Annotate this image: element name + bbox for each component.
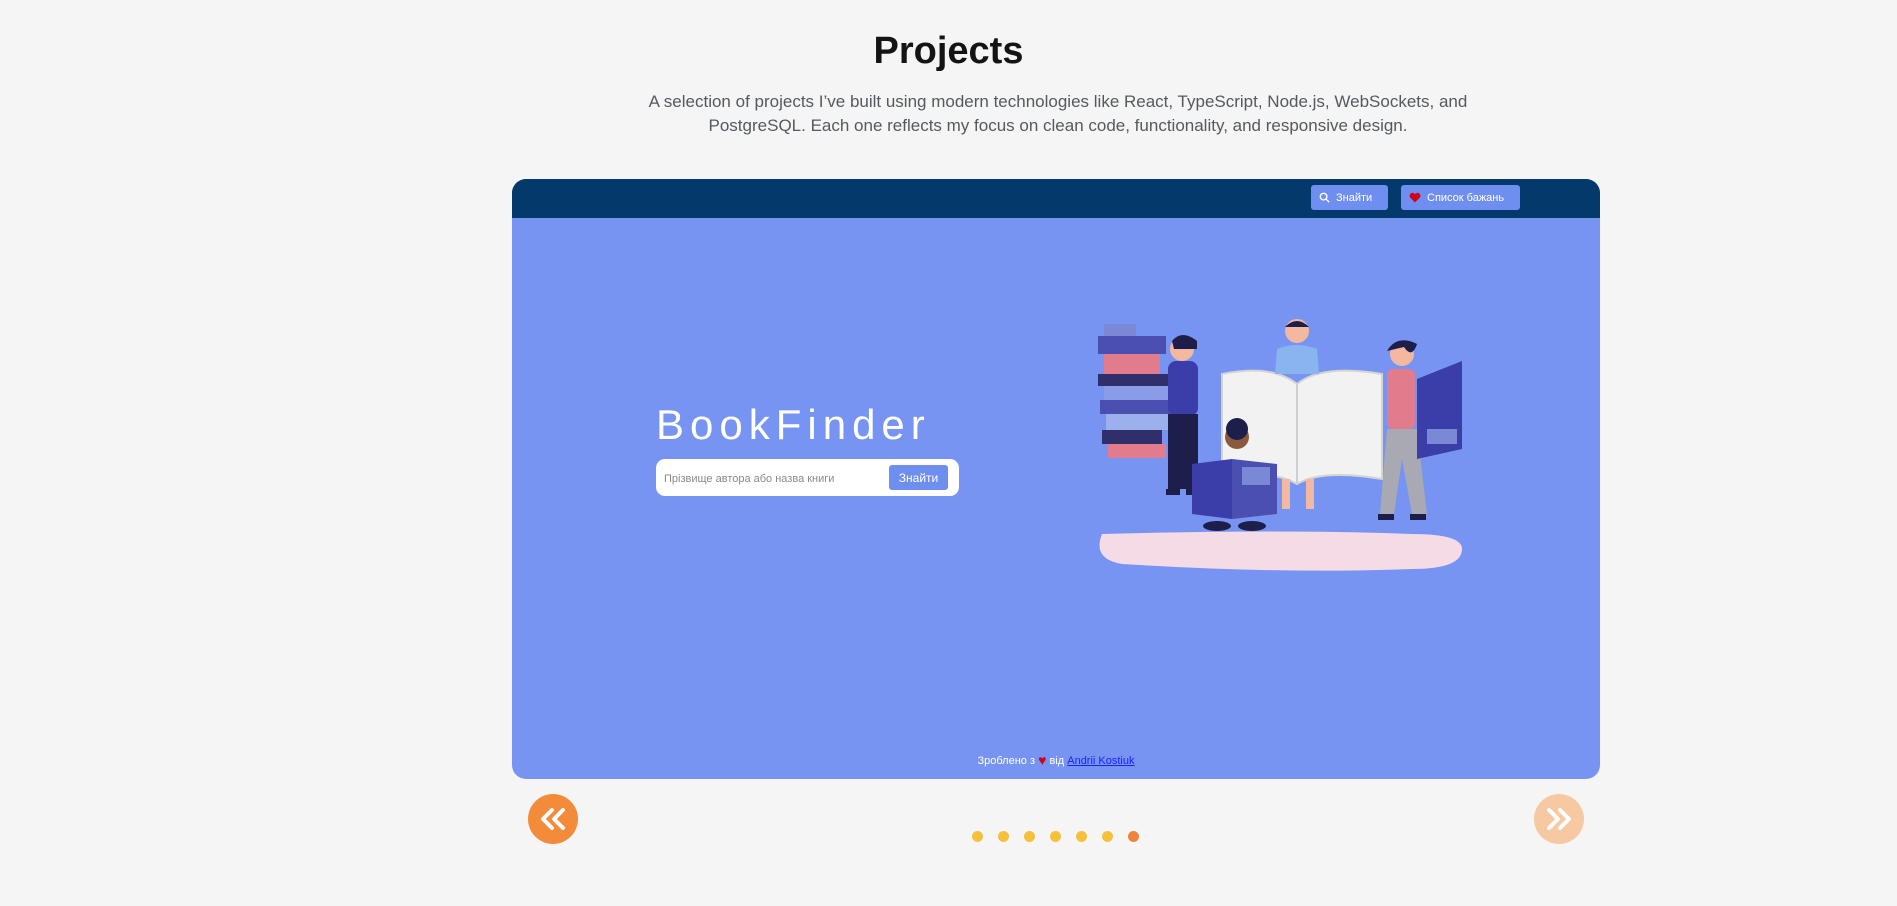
double-chevron-right-icon [1547, 808, 1571, 830]
nav-wishlist-label: Список бажань [1427, 191, 1505, 204]
brand-logo-text: BookFinder [656, 401, 931, 448]
carousel-dot[interactable] [972, 831, 983, 842]
book-search-button[interactable]: Знайти [889, 465, 948, 490]
slide-footer: Зроблено з ♥ від Andrii Kostiuk [512, 752, 1600, 768]
heart-icon [1409, 192, 1421, 203]
page-subtitle: A selection of projects I’ve built using… [648, 92, 1468, 135]
carousel-dot[interactable] [1050, 831, 1061, 842]
slide-navbar: Знайти Список бажань [512, 179, 1600, 218]
nav-search-label: Знайти [1336, 191, 1373, 204]
carousel-dot[interactable] [1128, 831, 1139, 842]
carousel-dot[interactable] [1024, 831, 1035, 842]
book-search-input[interactable] [662, 466, 886, 492]
book-search-form: Знайти [656, 459, 959, 496]
footer-by: від [1049, 755, 1065, 767]
carousel-pagination [972, 831, 1139, 842]
carousel-dot[interactable] [998, 831, 1009, 842]
footer-made-with: Зроблено з [977, 755, 1036, 767]
carousel-dot[interactable] [1102, 831, 1113, 842]
carousel-next-button[interactable] [1534, 794, 1584, 844]
nav-wishlist-button[interactable]: Список бажань [1401, 185, 1520, 210]
project-slide[interactable]: Знайти Список бажань BookFinder Знайти [512, 179, 1600, 779]
nav-search-button[interactable]: Знайти [1311, 185, 1388, 210]
heart-icon: ♥ [1038, 752, 1047, 768]
footer-author-link[interactable]: Andrii Kostiuk [1067, 755, 1134, 767]
carousel-prev-button[interactable] [528, 794, 578, 844]
readers-illustration [1098, 319, 1462, 571]
search-icon [1319, 192, 1330, 203]
double-chevron-left-icon [541, 808, 565, 830]
page-title: Projects [873, 30, 1024, 72]
carousel-dot[interactable] [1076, 831, 1087, 842]
